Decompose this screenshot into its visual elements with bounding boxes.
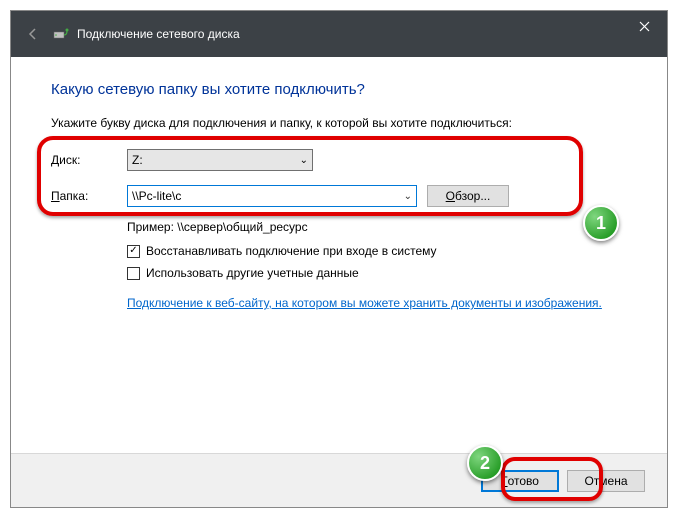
titlebar: Подключение сетевого диска xyxy=(11,11,667,57)
folder-row: Папка: \\Pc-lite\c ⌄ Обзор... xyxy=(51,184,627,208)
content-area: Какую сетевую папку вы хотите подключить… xyxy=(11,57,667,312)
reconnect-checkbox[interactable] xyxy=(127,245,140,258)
drive-row: Диск: Z: ⌄ xyxy=(51,148,627,172)
back-button[interactable] xyxy=(19,20,47,48)
chevron-down-icon: ⌄ xyxy=(300,155,308,166)
example-text: Пример: \\сервер\общий_ресурс xyxy=(127,220,627,234)
reconnect-label: Восстанавливать подключение при входе в … xyxy=(146,244,437,258)
drive-label: Диск: xyxy=(51,153,127,167)
dialog-window: Подключение сетевого диска Какую сетевую… xyxy=(10,10,668,508)
network-drive-icon xyxy=(53,26,69,42)
folder-value: \\Pc-lite\c xyxy=(132,189,181,203)
footer: Готово Отмена xyxy=(11,453,667,507)
page-heading: Какую сетевую папку вы хотите подключить… xyxy=(51,81,627,98)
browse-button[interactable]: Обзор... xyxy=(427,185,509,207)
window-title: Подключение сетевого диска xyxy=(77,27,240,41)
othercreds-checkbox-row[interactable]: Использовать другие учетные данные xyxy=(127,266,627,280)
drive-value: Z: xyxy=(132,153,143,167)
folder-label: Папка: xyxy=(51,189,127,203)
othercreds-checkbox[interactable] xyxy=(127,267,140,280)
form-area: Диск: Z: ⌄ Папка: \\Pc-lite\c ⌄ Обзор...… xyxy=(51,148,627,312)
instruction-text: Укажите букву диска для подключения и па… xyxy=(51,116,627,130)
reconnect-checkbox-row[interactable]: Восстанавливать подключение при входе в … xyxy=(127,244,627,258)
annotation-badge-1: 1 xyxy=(583,205,619,241)
othercreds-label: Использовать другие учетные данные xyxy=(146,266,359,280)
close-button[interactable] xyxy=(621,11,667,41)
cancel-button[interactable]: Отмена xyxy=(567,470,645,492)
folder-input[interactable]: \\Pc-lite\c ⌄ xyxy=(127,185,417,207)
options-block: Пример: \\сервер\общий_ресурс Восстанавл… xyxy=(127,220,627,312)
drive-select[interactable]: Z: ⌄ xyxy=(127,149,313,171)
annotation-badge-2: 2 xyxy=(467,445,503,481)
chevron-down-icon: ⌄ xyxy=(404,191,412,202)
website-link[interactable]: Подключение к веб-сайту, на котором вы м… xyxy=(127,296,602,310)
